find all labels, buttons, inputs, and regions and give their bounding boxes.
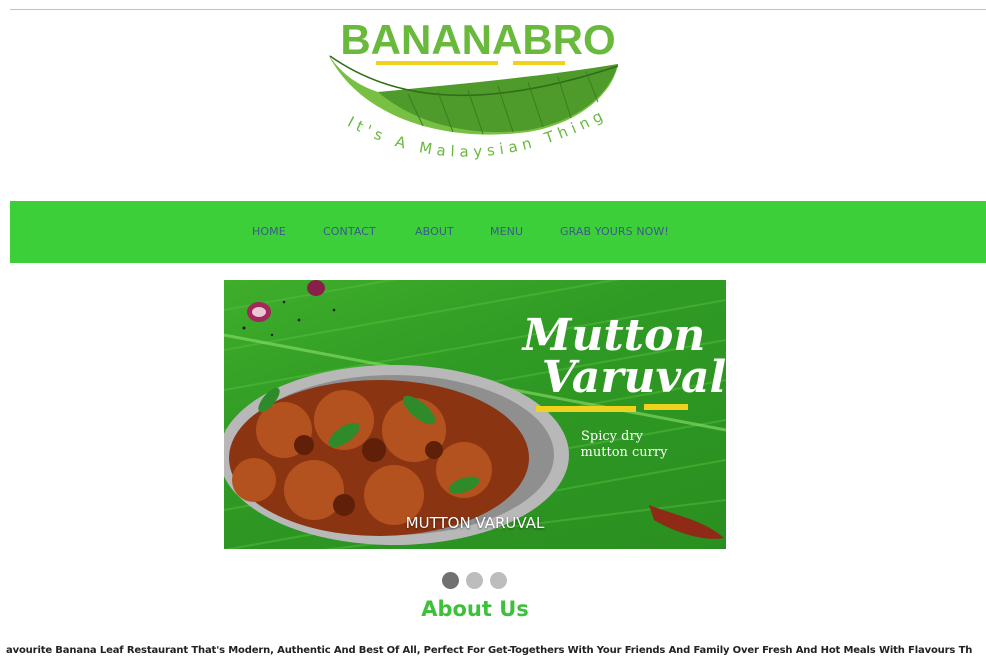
slide-caption: MUTTON VARUVAL — [405, 514, 545, 532]
slider-dot-2[interactable] — [466, 572, 483, 589]
about-description: avourite Banana Leaf Restaurant That's M… — [6, 645, 973, 656]
nav-contact[interactable]: CONTACT — [323, 225, 376, 238]
slide-underline — [536, 406, 636, 412]
slider-dot-3[interactable] — [490, 572, 507, 589]
brand-logo[interactable]: BANANABRO It's A Malaysian Thing — [318, 14, 638, 189]
logo-underline — [376, 61, 498, 65]
nav-menu[interactable]: MENU — [490, 225, 523, 238]
main-navbar: HOME CONTACT ABOUT MENU GRAB YOURS NOW! — [10, 201, 986, 263]
brand-name: BANANABRO — [340, 16, 615, 63]
hero-slider[interactable]: Mutton Varuval Spicy dry mutton curry MU… — [224, 280, 726, 549]
slide-image: Mutton Varuval Spicy dry mutton curry — [224, 280, 726, 549]
logo-underline — [513, 61, 565, 65]
slide-underline — [644, 404, 688, 410]
slide-subtitle-line1: Spicy dry — [581, 429, 644, 444]
top-divider — [10, 9, 986, 10]
nav-grab-yours-now[interactable]: GRAB YOURS NOW! — [560, 225, 669, 238]
nav-about[interactable]: ABOUT — [415, 225, 454, 238]
nav-home[interactable]: HOME — [252, 225, 286, 238]
brand-logo-graphic: BANANABRO It's A Malaysian Thing — [328, 16, 619, 161]
slide-subtitle-line2: mutton curry — [581, 445, 669, 460]
slider-dot-1[interactable] — [442, 572, 459, 589]
page: BANANABRO It's A Malaysian Thing HOME CO… — [0, 0, 986, 657]
slide-title-line2: Varuval — [542, 352, 726, 403]
about-heading: About Us — [421, 597, 529, 621]
